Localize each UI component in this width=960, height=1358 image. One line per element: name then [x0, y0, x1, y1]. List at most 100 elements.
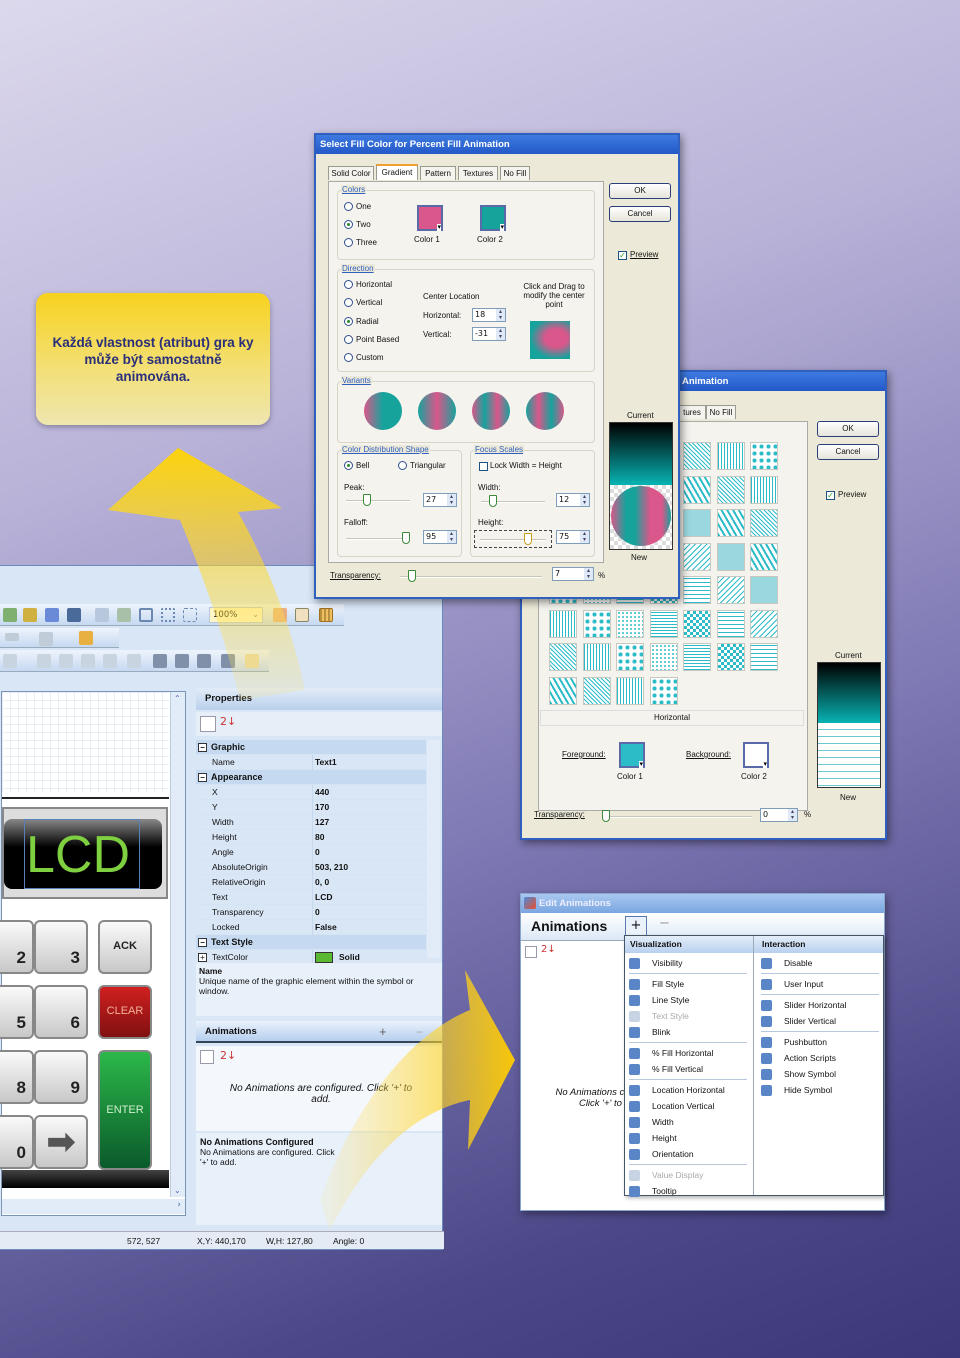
cancel-button[interactable]: Cancel: [609, 206, 671, 222]
pattern-swatch[interactable]: [549, 676, 577, 705]
transparency-input[interactable]: 0 ▴ ▾: [760, 808, 798, 822]
selection-box[interactable]: [24, 819, 140, 889]
keypad-key-9[interactable]: 9: [34, 1050, 88, 1104]
pattern-swatch[interactable]: [683, 609, 711, 638]
preview-checkbox[interactable]: ✓: [826, 491, 835, 500]
zoom-combo[interactable]: 100% ⌄: [209, 607, 263, 623]
expand-icon[interactable]: +: [198, 953, 207, 962]
pattern-swatch[interactable]: [649, 643, 678, 671]
peak-input[interactable]: 27 ▴ ▾: [423, 493, 457, 507]
pattern-swatch[interactable]: [649, 676, 678, 705]
arrow-key[interactable]: ➡: [34, 1115, 88, 1169]
pattern-swatch[interactable]: [683, 576, 711, 604]
pattern-swatch[interactable]: [750, 542, 778, 571]
pattern-swatch[interactable]: [549, 643, 577, 671]
pattern-swatch[interactable]: [616, 643, 644, 671]
pattern-swatch[interactable]: [716, 442, 745, 470]
menu-item-width[interactable]: Width: [629, 1114, 674, 1130]
pattern-swatch[interactable]: [716, 576, 745, 604]
zoom-extents-icon[interactable]: [161, 608, 175, 622]
pattern-swatch[interactable]: [716, 542, 745, 571]
vertical-input[interactable]: -31 ▴ ▾: [472, 327, 506, 341]
menu-item-pushbutton[interactable]: Pushbutton: [761, 1034, 827, 1050]
toolbar-icon[interactable]: [3, 608, 17, 622]
pan-hand-icon[interactable]: [295, 608, 309, 622]
pattern-swatch[interactable]: [683, 509, 711, 537]
flip-icon[interactable]: [221, 654, 235, 668]
lock-checkbox[interactable]: [479, 462, 488, 471]
horizontal-input[interactable]: 18 ▴ ▾: [472, 308, 506, 322]
flip-icon[interactable]: [197, 654, 211, 668]
arrange-icon[interactable]: [79, 631, 93, 645]
property-row[interactable]: Y 170: [196, 800, 426, 815]
radio-horizontal[interactable]: Horizontal: [344, 280, 392, 289]
keypad-key-0[interactable]: 0: [0, 1115, 34, 1169]
rotate-icon[interactable]: [153, 654, 167, 668]
radio-three[interactable]: Three: [344, 238, 377, 247]
property-row[interactable]: RelativeOrigin 0, 0: [196, 875, 426, 890]
peak-slider[interactable]: [346, 494, 410, 506]
falloff-input[interactable]: 95 ▴ ▾: [423, 530, 457, 544]
menu-item-line-style[interactable]: Line Style: [629, 992, 689, 1008]
falloff-slider[interactable]: [346, 532, 410, 544]
property-row[interactable]: Name Text1: [196, 755, 426, 770]
text-tool-icon[interactable]: [245, 654, 259, 668]
radio-bell[interactable]: Bell: [344, 461, 369, 470]
property-value[interactable]: 0: [312, 845, 426, 860]
sort-alpha-icon[interactable]: 2↓: [220, 1049, 236, 1062]
menu-item-show-symbol[interactable]: Show Symbol: [761, 1066, 836, 1082]
menu-item-visibility[interactable]: Visibility: [629, 955, 683, 971]
add-animation-button[interactable]: +: [379, 1021, 387, 1043]
grid-icon[interactable]: [319, 608, 333, 622]
align-icon[interactable]: [81, 654, 95, 668]
property-row[interactable]: Height 80: [196, 830, 426, 845]
property-row[interactable]: Locked False: [196, 920, 426, 935]
width-input[interactable]: 12 ▴ ▾: [556, 493, 590, 507]
pattern-swatch[interactable]: [716, 509, 745, 537]
pattern-swatch[interactable]: [549, 609, 577, 638]
color2-picker[interactable]: [480, 205, 506, 231]
menu-item-slider-horizontal[interactable]: Slider Horizontal: [761, 997, 846, 1013]
menu-item-tooltip[interactable]: Tooltip: [629, 1183, 677, 1199]
categorized-icon[interactable]: [525, 946, 537, 958]
tab-gradient[interactable]: Gradient: [376, 164, 418, 180]
width-slider[interactable]: [481, 495, 545, 507]
pattern-swatch[interactable]: [683, 643, 711, 671]
radio-radial[interactable]: Radial: [344, 316, 379, 326]
color1-picker[interactable]: [417, 205, 443, 231]
keypad-key-5[interactable]: 5: [0, 985, 34, 1039]
radio-two[interactable]: Two: [344, 220, 371, 229]
pattern-swatch[interactable]: [582, 643, 611, 671]
pattern-swatch[interactable]: [750, 576, 778, 604]
cancel-button[interactable]: Cancel: [817, 444, 879, 460]
keypad-key-enter[interactable]: ENTER: [98, 1050, 152, 1170]
toolbar-icon[interactable]: [23, 608, 37, 622]
keypad-key-3[interactable]: 3: [34, 920, 88, 974]
ok-button[interactable]: OK: [609, 183, 671, 199]
center-point-pad[interactable]: [530, 321, 570, 359]
tab-solid-color[interactable]: Solid Color: [328, 166, 374, 180]
categorized-icon[interactable]: [200, 716, 216, 732]
toolbar-icon[interactable]: [67, 608, 81, 622]
align-icon[interactable]: [39, 632, 53, 646]
gradient-variant[interactable]: [472, 392, 510, 430]
pattern-swatch[interactable]: [683, 475, 711, 504]
horizontal-scrollbar[interactable]: ›: [2, 1199, 185, 1214]
keypad-key-8[interactable]: 8: [0, 1050, 34, 1104]
height-input[interactable]: 75 ▴ ▾: [556, 530, 590, 544]
radio-triangular[interactable]: Triangular: [398, 461, 446, 470]
keypad-key-clear[interactable]: CLEAR: [98, 985, 152, 1039]
pattern-swatch[interactable]: [750, 609, 778, 638]
property-value[interactable]: Text1: [312, 755, 426, 770]
toolbar-icon[interactable]: [273, 608, 287, 622]
property-row[interactable]: AbsoluteOrigin 503, 210: [196, 860, 426, 875]
property-row[interactable]: X 440: [196, 785, 426, 800]
properties-scrollbar[interactable]: [427, 740, 440, 958]
gradient-variant[interactable]: [364, 392, 402, 430]
property-value[interactable]: 0: [312, 905, 426, 920]
property-value[interactable]: False: [312, 920, 426, 935]
pattern-swatch[interactable]: [716, 643, 745, 671]
collapse-icon[interactable]: −: [198, 743, 207, 752]
toolbar-icon[interactable]: [45, 608, 59, 622]
gradient-variant[interactable]: [526, 392, 564, 430]
